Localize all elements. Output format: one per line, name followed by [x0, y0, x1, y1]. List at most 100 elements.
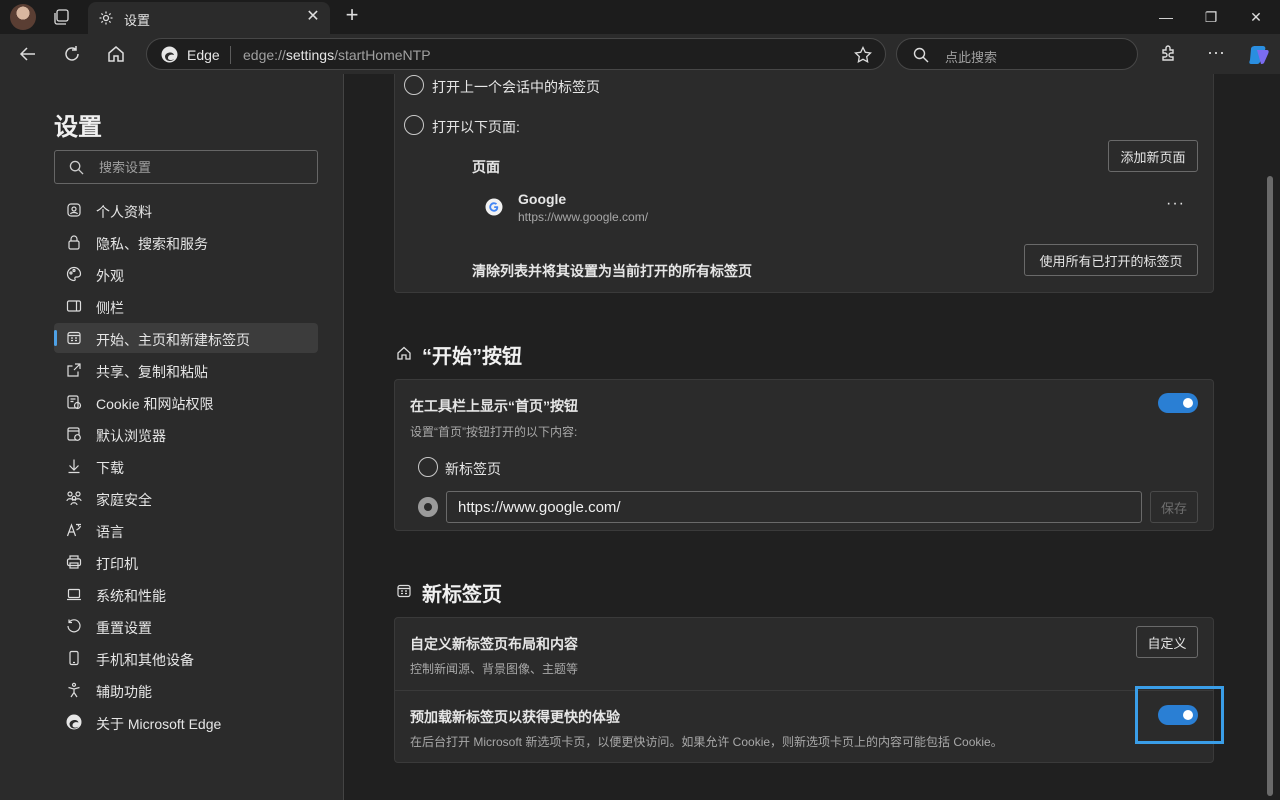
- sidebar-item-label: 打印机: [96, 556, 138, 572]
- preload-new-tab-sub: 在后台打开 Microsoft 新选项卡页，以便更快访问。如果允许 Cookie…: [410, 735, 1003, 749]
- home-icon: [397, 346, 411, 360]
- tab-bar: 设置 ✕ + — ❐ ✕: [0, 0, 1280, 34]
- web-search-box[interactable]: 点此搜索: [896, 38, 1138, 70]
- minimize-icon[interactable]: —: [1154, 6, 1178, 28]
- show-home-button-toggle[interactable]: [1158, 393, 1198, 413]
- page-entry-name: Google: [518, 191, 567, 207]
- refresh-icon[interactable]: [61, 43, 83, 65]
- sidebar-item-accessibility[interactable]: 辅助功能: [54, 675, 318, 705]
- palette-icon: [66, 266, 82, 282]
- sidebar-item-sidebar[interactable]: 侧栏: [54, 291, 318, 321]
- sidebar-item-label: 外观: [96, 268, 124, 284]
- restore-icon[interactable]: ❐: [1199, 6, 1223, 28]
- sidebar-item-languages[interactable]: 语言: [54, 515, 318, 545]
- sidebar-item-start-home-newtab[interactable]: 开始、主页和新建标签页: [54, 323, 318, 353]
- tab-title: 设置: [124, 13, 151, 28]
- reset-icon: [67, 619, 81, 633]
- address-separator: [230, 46, 231, 64]
- settings-search-input[interactable]: [99, 157, 309, 177]
- add-new-page-button[interactable]: 添加新页面: [1108, 140, 1198, 172]
- settings-content: 打开上一个会话中的标签页 打开以下页面: 页面 添加新页面 Google htt…: [345, 74, 1280, 800]
- sidebar-item-privacy[interactable]: 隐私、搜索和服务: [54, 227, 318, 257]
- option-open-pages-label: 打开以下页面:: [432, 119, 520, 135]
- lock-icon: [68, 235, 80, 250]
- settings-title: 设置: [54, 114, 102, 141]
- page-entry-more-icon[interactable]: ···: [1166, 195, 1185, 213]
- page-entry-url: https://www.google.com/: [518, 210, 649, 224]
- customize-button[interactable]: 自定义: [1136, 626, 1198, 658]
- sidebar-item-label: 关于 Microsoft Edge: [96, 716, 222, 732]
- clear-list-label: 清除列表并将其设置为当前打开的所有标签页: [472, 263, 752, 279]
- edge-icon: [66, 714, 82, 730]
- preload-new-tab-label: 预加载新标签页以获得更快的体验: [410, 709, 620, 725]
- option-new-tab-label: 新标签页: [445, 461, 501, 477]
- sidebar-item-cookies[interactable]: Cookie 和网站权限: [54, 387, 318, 417]
- sidebar-item-label: 系统和性能: [96, 588, 166, 604]
- sidebar-item-label: 下载: [96, 460, 124, 476]
- favorite-star-icon[interactable]: [853, 45, 873, 65]
- home-tab-icon: [67, 331, 81, 345]
- tab-settings[interactable]: 设置 ✕: [88, 2, 330, 34]
- close-tab-icon[interactable]: ✕: [304, 8, 322, 26]
- radio-open-pages[interactable]: [404, 115, 424, 135]
- sidebar-item-printers[interactable]: 打印机: [54, 547, 318, 577]
- settings-sidebar: 设置 个人资料 隐私、搜索和服务 外观 侧栏 开始、主页和新建标签页 共享、复制…: [0, 74, 344, 800]
- language-icon: [66, 523, 82, 537]
- sidebar-item-label: 辅助功能: [96, 684, 152, 700]
- sidebar-item-phone[interactable]: 手机和其他设备: [54, 643, 318, 673]
- share-icon: [67, 363, 81, 377]
- more-options-icon[interactable]: ···: [1205, 43, 1227, 65]
- sidebar-item-default-browser[interactable]: 默认浏览器: [54, 419, 318, 449]
- sidebar-item-label: 共享、复制和粘贴: [96, 364, 208, 380]
- extensions-icon[interactable]: [1157, 43, 1179, 65]
- customize-new-tab-label: 自定义新标签页布局和内容: [410, 636, 578, 652]
- sidebar-item-system[interactable]: 系统和性能: [54, 579, 318, 609]
- sidebar-item-downloads[interactable]: 下载: [54, 451, 318, 481]
- use-all-open-tabs-button[interactable]: 使用所有已打开的标签页: [1024, 244, 1198, 276]
- profile-avatar[interactable]: [10, 4, 36, 30]
- google-favicon-icon: [485, 198, 503, 216]
- toolbar: Edge edge://settings/startHomeNTP 点此搜索 ·…: [0, 34, 1280, 74]
- sidebar-item-label: 默认浏览器: [96, 428, 166, 444]
- close-window-icon[interactable]: ✕: [1244, 6, 1268, 28]
- search-icon: [69, 160, 84, 175]
- profile-icon: [67, 203, 81, 217]
- back-icon[interactable]: [17, 43, 39, 65]
- sidebar-item-appearance[interactable]: 外观: [54, 259, 318, 289]
- save-button[interactable]: 保存: [1150, 491, 1198, 523]
- web-search-placeholder: 点此搜索: [945, 50, 998, 65]
- download-icon: [68, 459, 80, 474]
- radio-last-session[interactable]: [404, 75, 424, 95]
- sidebar-item-about[interactable]: 关于 Microsoft Edge: [54, 707, 318, 737]
- sidebar-item-share[interactable]: 共享、复制和粘贴: [54, 355, 318, 385]
- sidebar-item-label: Cookie 和网站权限: [96, 396, 214, 412]
- printer-icon: [66, 555, 82, 569]
- scrollbar[interactable]: [1267, 176, 1273, 796]
- sidebar-item-reset[interactable]: 重置设置: [54, 611, 318, 641]
- show-home-button-label: 在工具栏上显示“首页”按钮: [410, 398, 578, 414]
- edge-logo-icon: [161, 46, 178, 63]
- browser-icon: [67, 427, 81, 441]
- home-url-input[interactable]: [446, 491, 1142, 523]
- sidebar-item-label: 手机和其他设备: [96, 652, 194, 668]
- workspaces-icon[interactable]: [52, 8, 70, 26]
- accessibility-icon: [68, 682, 80, 698]
- home-icon[interactable]: [105, 43, 127, 65]
- radio-new-tab-page[interactable]: [418, 457, 438, 477]
- sidebar-item-label: 开始、主页和新建标签页: [96, 332, 250, 348]
- sidebar-item-label: 个人资料: [96, 204, 152, 220]
- new-tab-icon[interactable]: +: [342, 4, 362, 26]
- search-icon: [913, 47, 929, 63]
- radio-custom-url[interactable]: [418, 497, 438, 517]
- copilot-icon[interactable]: [1247, 43, 1271, 67]
- home-button-heading-text: “开始”按钮: [422, 346, 522, 368]
- address-bar[interactable]: Edge edge://settings/startHomeNTP: [146, 38, 886, 70]
- sidebar-item-label: 家庭安全: [96, 492, 152, 508]
- settings-search-field[interactable]: [54, 150, 318, 184]
- address-url[interactable]: edge://settings/startHomeNTP: [243, 47, 431, 63]
- gear-icon: [99, 11, 113, 25]
- card-divider: [395, 690, 1213, 691]
- sidebar-item-family[interactable]: 家庭安全: [54, 483, 318, 513]
- sidebar-item-profile[interactable]: 个人资料: [54, 195, 318, 225]
- focus-highlight: [1135, 686, 1224, 744]
